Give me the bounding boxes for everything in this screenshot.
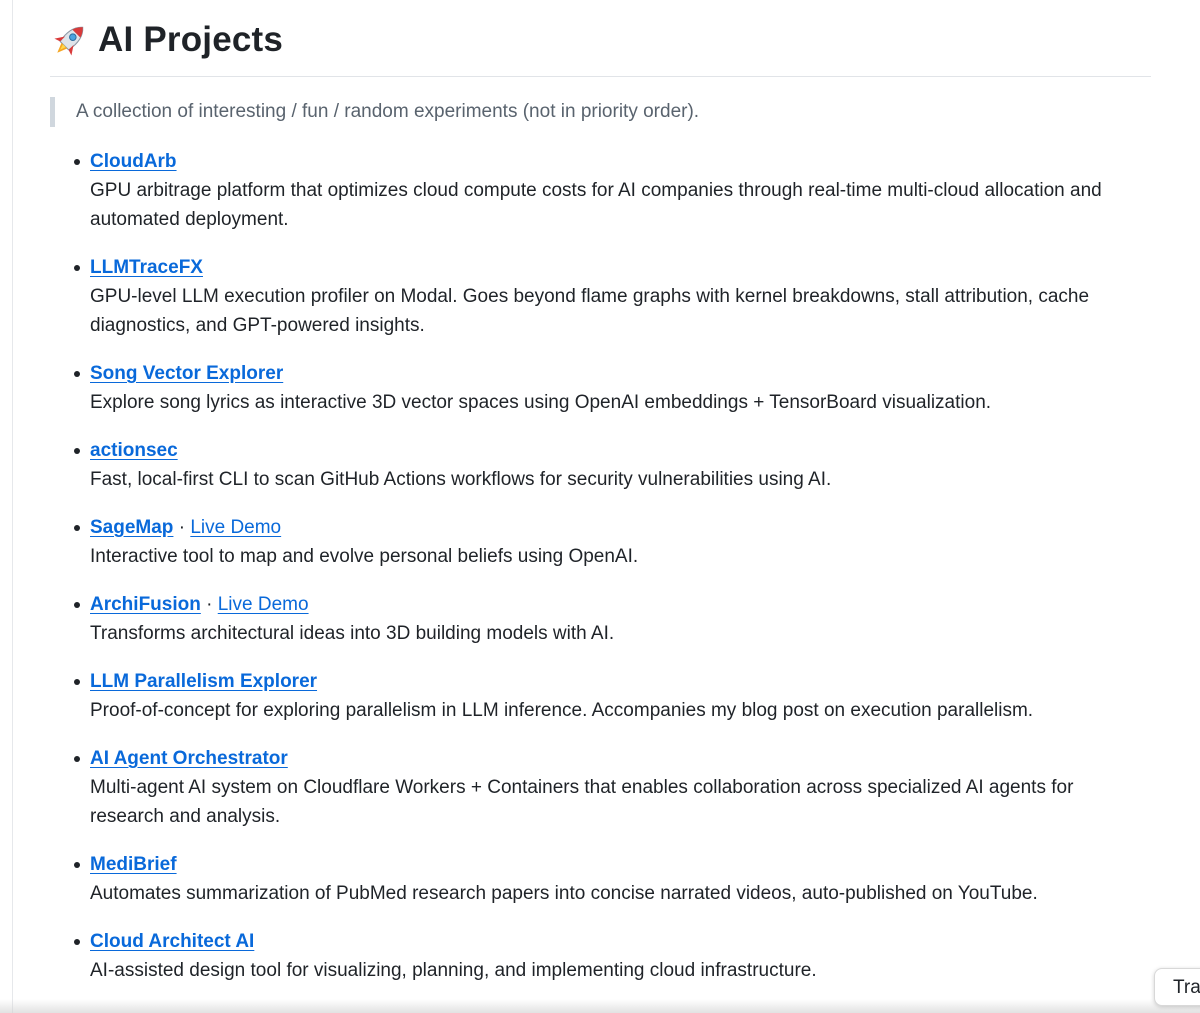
page-edge-divider <box>12 0 13 1013</box>
project-link[interactable]: LLM Parallelism Explorer <box>90 671 317 692</box>
project-description: Proof-of-concept for exploring paralleli… <box>90 700 1034 721</box>
translate-button[interactable]: Tra <box>1154 968 1200 1006</box>
project-link[interactable]: Cloud Architect AI <box>90 931 254 952</box>
project-description: AI-assisted design tool for visualizing,… <box>90 960 817 981</box>
page-title: AI Projects <box>98 20 284 59</box>
link-separator: · <box>206 594 213 615</box>
project-description: Explore song lyrics as interactive 3D ve… <box>90 392 992 413</box>
project-link[interactable]: MediBrief <box>90 854 177 875</box>
project-description: Automates summarization of PubMed resear… <box>90 883 1038 904</box>
project-item: SageMap · Live Demo Interactive tool to m… <box>74 513 1151 571</box>
project-item: Song Vector Explorer Explore song lyrics … <box>74 359 1151 417</box>
link-separator: · <box>178 517 186 538</box>
project-item: AI Agent Orchestrator Multi-agent AI syst… <box>74 744 1151 831</box>
bullet-icon <box>74 525 80 531</box>
project-list: CloudArb GPU arbitrage platform that opti… <box>50 147 1151 985</box>
bullet-icon <box>74 265 80 271</box>
project-description: GPU arbitrage platform that optimizes cl… <box>90 180 1102 230</box>
project-item: CloudArb GPU arbitrage platform that opti… <box>74 147 1151 234</box>
bullet-icon <box>74 862 80 868</box>
translate-button-label: Tra <box>1173 977 1200 998</box>
project-description: Fast, local-first CLI to scan GitHub Act… <box>90 469 832 490</box>
page: AI Projects A collection of interesting … <box>0 0 1200 1013</box>
bullet-icon <box>74 602 80 608</box>
live-demo-link[interactable]: Live Demo <box>190 517 281 538</box>
project-link[interactable]: LLMTraceFX <box>90 257 203 278</box>
section-heading: AI Projects <box>50 0 1151 77</box>
project-link[interactable]: CloudArb <box>90 151 177 172</box>
readme-content: AI Projects A collection of interesting … <box>50 0 1151 1004</box>
bullet-icon <box>74 679 80 685</box>
project-item: Cloud Architect AI AI-assisted design too… <box>74 927 1151 985</box>
project-item: MediBrief Automates summarization of PubM… <box>74 850 1151 908</box>
project-link[interactable]: actionsec <box>90 440 178 461</box>
project-description: Multi-agent AI system on Cloudflare Work… <box>90 777 1074 827</box>
project-description: Interactive tool to map and evolve perso… <box>90 546 639 567</box>
intro-blockquote: A collection of interesting / fun / rand… <box>50 97 1151 127</box>
project-description: GPU-level LLM execution profiler on Moda… <box>90 286 1090 336</box>
project-item: ArchiFusion · Live Demo Transforms archit… <box>74 590 1151 648</box>
project-link[interactable]: SageMap <box>90 517 173 538</box>
live-demo-link[interactable]: Live Demo <box>218 594 309 615</box>
bullet-icon <box>74 756 80 762</box>
project-link[interactable]: ArchiFusion <box>90 594 201 615</box>
bullet-icon <box>74 448 80 454</box>
rocket-icon <box>54 26 84 56</box>
project-item: actionsec Fast, local-first CLI to scan G… <box>74 436 1151 494</box>
bullet-icon <box>74 371 80 377</box>
project-item: LLMTraceFX GPU-level LLM execution profil… <box>74 253 1151 340</box>
project-link[interactable]: AI Agent Orchestrator <box>90 748 288 769</box>
project-description: Transforms architectural ideas into 3D b… <box>90 623 615 644</box>
project-link[interactable]: Song Vector Explorer <box>90 363 283 384</box>
bullet-icon <box>74 939 80 945</box>
bullet-icon <box>74 159 80 165</box>
project-item: LLM Parallelism Explorer Proof-of-concept… <box>74 667 1151 725</box>
